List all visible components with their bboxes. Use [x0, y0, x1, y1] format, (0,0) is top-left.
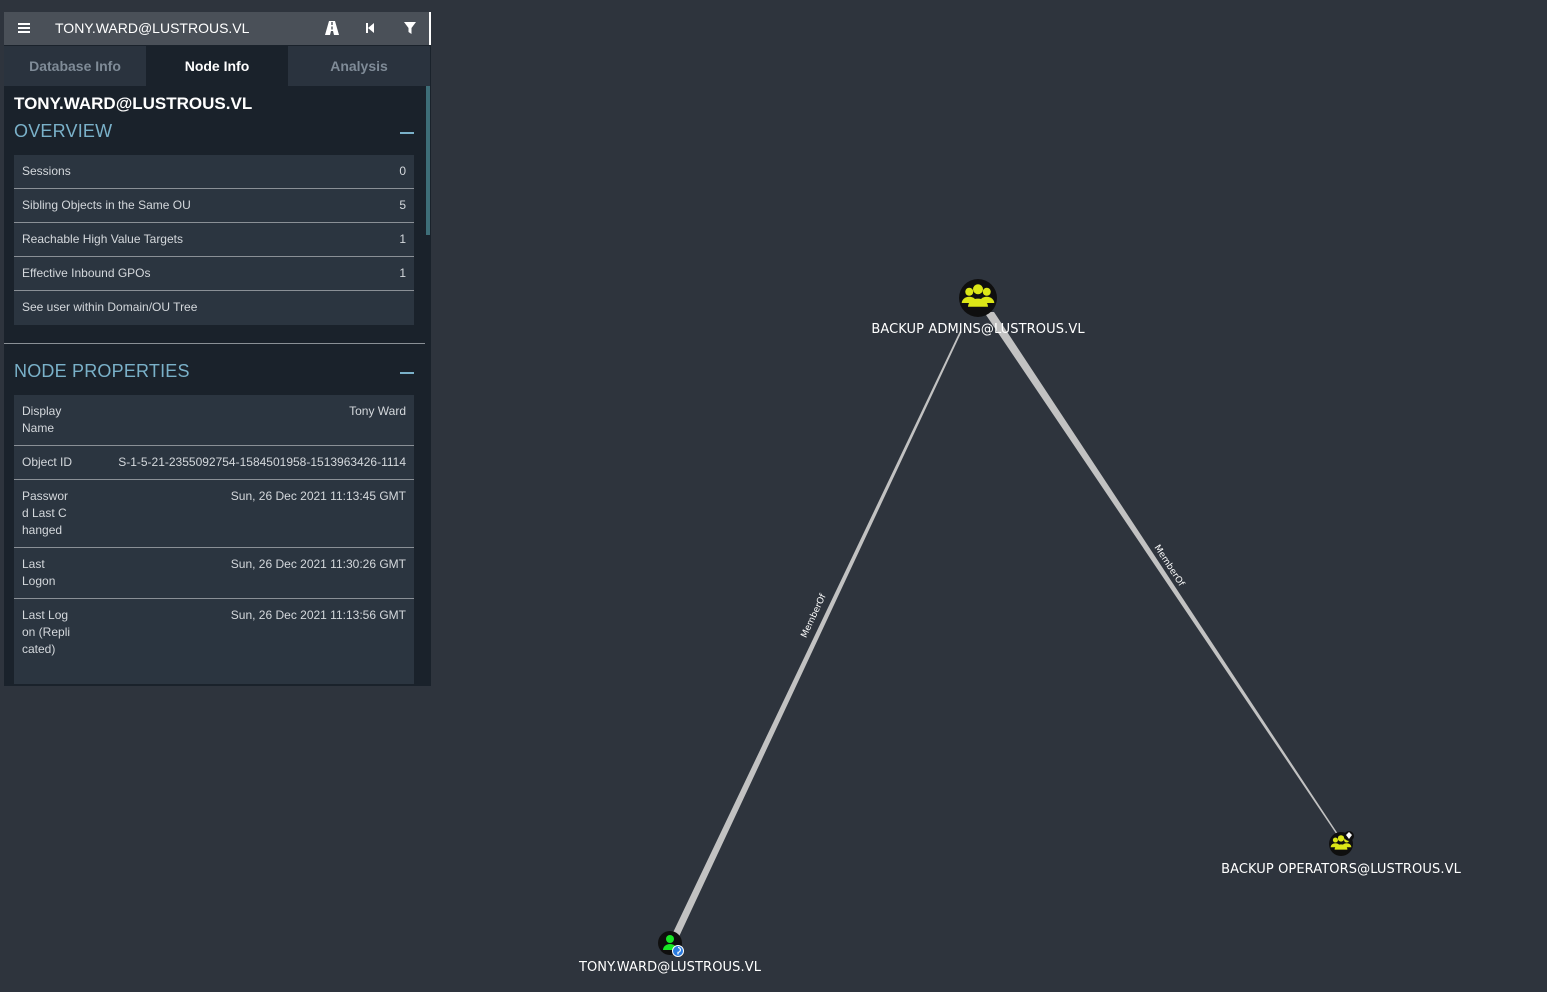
row-label: Object ID	[22, 455, 73, 469]
tab-node-info[interactable]: Node Info	[146, 46, 288, 86]
overview-table: Sessions 0 Sibling Objects in the Same O…	[14, 155, 414, 325]
node-label-backup-admins: BACKUP ADMINS@LUSTROUS.VL	[871, 322, 1085, 337]
property-row-password-last-changed: Password Last Changed Sun, 26 Dec 2021 1…	[14, 480, 414, 548]
row-value: Tony Ward	[349, 404, 406, 418]
property-row-display-name: Display Name Tony Ward	[14, 395, 414, 446]
row-label: Effective Inbound GPOs	[22, 266, 151, 280]
tab-database-info[interactable]: Database Info	[4, 46, 146, 86]
node-properties-heading: NODE PROPERTIES	[14, 361, 190, 381]
row-value: 1	[399, 232, 406, 246]
row-value: Sun, 26 Dec 2021 11:30:26 GMT	[230, 557, 406, 571]
property-row-last-logon-replicated: Last Logon (Replicated) Sun, 26 Dec 2021…	[14, 599, 414, 684]
row-value: 1	[399, 266, 406, 280]
node-label-tony-ward: TONY.WARD@LUSTROUS.VL	[578, 960, 762, 975]
collapse-icon[interactable]	[400, 132, 414, 134]
row-value: Sun, 26 Dec 2021 11:13:45 GMT	[230, 489, 406, 503]
node-properties-table: Display Name Tony Ward Object ID S-1-5-2…	[14, 395, 414, 684]
row-label: Display Name	[22, 404, 62, 435]
row-value: 5	[399, 198, 406, 212]
search-bar: TONY.WARD@LUSTROUS.VL	[4, 12, 431, 45]
node-title: TONY.WARD@LUSTROUS.VL	[14, 94, 253, 113]
scrollbar-thumb[interactable]	[426, 86, 430, 235]
edge-memberof-tony-to-backup-admins[interactable]: MemberOf	[669, 331, 961, 941]
row-label: Sessions	[22, 164, 71, 178]
row-label: Reachable High Value Targets	[22, 232, 183, 246]
collapse-icon[interactable]	[400, 372, 414, 374]
overview-row-sessions[interactable]: Sessions 0	[14, 155, 414, 189]
overview-heading: OVERVIEW	[14, 121, 113, 141]
overview-row-inbound-gpos[interactable]: Effective Inbound GPOs 1	[14, 257, 414, 291]
filter-icon[interactable]	[402, 20, 418, 36]
tab-bar: Database Info Node Info Analysis	[4, 46, 430, 86]
overview-row-reachable-hvt[interactable]: Reachable High Value Targets 1	[14, 223, 414, 257]
hamburger-icon[interactable]	[17, 20, 31, 36]
row-label: Sibling Objects in the Same OU	[22, 198, 191, 212]
row-label: See user within Domain/OU Tree	[22, 300, 198, 314]
tab-analysis[interactable]: Analysis	[288, 46, 430, 86]
overview-section-header[interactable]: OVERVIEW	[14, 121, 414, 145]
overview-row-sibling-objects[interactable]: Sibling Objects in the Same OU 5	[14, 189, 414, 223]
row-label: Last Logon	[22, 557, 56, 588]
property-row-object-id: Object ID S-1-5-21-2355092754-1584501958…	[14, 446, 414, 480]
property-row-last-logon: Last Logon Sun, 26 Dec 2021 11:30:26 GMT	[14, 548, 414, 599]
row-label: Password Last Changed	[22, 489, 69, 537]
row-label: Last Logon (Replicated)	[22, 608, 71, 656]
row-value: S-1-5-21-2355092754-1584501958-151396342…	[118, 455, 406, 469]
search-input[interactable]: TONY.WARD@LUSTROUS.VL	[55, 12, 249, 45]
node-backup-operators[interactable]	[1329, 831, 1354, 856]
edge-memberof-backup-admins-to-operators[interactable]: MemberOf	[984, 312, 1338, 835]
node-backup-admins[interactable]	[959, 279, 997, 317]
node-properties-section-header[interactable]: NODE PROPERTIES	[14, 361, 414, 385]
section-divider	[4, 343, 425, 344]
step-back-icon[interactable]	[362, 20, 378, 36]
road-icon[interactable]	[324, 20, 340, 36]
row-value: Sun, 26 Dec 2021 11:13:56 GMT	[230, 608, 406, 622]
node-label-backup-operators: BACKUP OPERATORS@LUSTROUS.VL	[1221, 862, 1461, 877]
overview-row-domain-ou-tree[interactable]: See user within Domain/OU Tree	[14, 291, 414, 325]
side-panel: TONY.WARD@LUSTROUS.VL Database Info Node…	[4, 12, 431, 686]
row-value: 0	[399, 164, 406, 178]
